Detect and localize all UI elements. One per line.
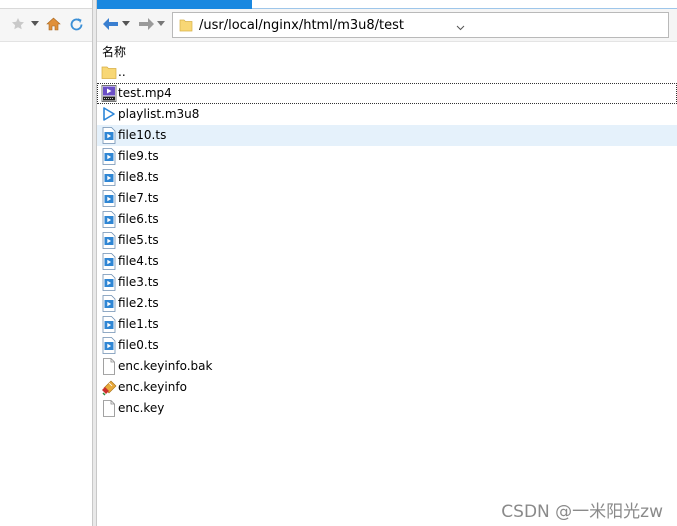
file-name: test.mp4 (118, 86, 172, 100)
file-name: file10.ts (118, 128, 167, 142)
file-row[interactable]: file5.ts (97, 230, 677, 251)
blank-file-icon (101, 358, 117, 375)
file-row[interactable]: enc.key (97, 398, 677, 419)
column-header-name[interactable]: 名称 (97, 41, 677, 61)
ts-file-icon (101, 253, 117, 270)
chevron-down-icon[interactable] (456, 24, 465, 34)
file-row[interactable]: file1.ts (97, 314, 677, 335)
home-icon[interactable] (45, 16, 61, 32)
file-name: file3.ts (118, 275, 159, 289)
file-row[interactable]: file3.ts (97, 272, 677, 293)
file-row[interactable]: file6.ts (97, 209, 677, 230)
folder-icon (179, 18, 193, 35)
column-header-label: 名称 (102, 45, 127, 59)
play-triangle-icon (101, 106, 117, 123)
ts-file-icon (101, 232, 117, 249)
ts-file-icon (101, 316, 117, 333)
file-row[interactable]: enc.keyinfo.bak (97, 356, 677, 377)
dropdown-arrow-icon[interactable] (27, 16, 43, 32)
back-arrow-icon[interactable] (102, 15, 120, 33)
back-dropdown-icon[interactable] (122, 15, 130, 33)
ts-file-icon (101, 295, 117, 312)
ts-file-icon (101, 127, 117, 144)
file-name: enc.keyinfo.bak (118, 359, 213, 373)
file-name: file8.ts (118, 170, 159, 184)
ts-file-icon (101, 337, 117, 354)
file-name: file6.ts (118, 212, 159, 226)
file-row[interactable]: test.mp4 (97, 83, 677, 104)
forward-dropdown-icon[interactable] (157, 15, 165, 33)
file-name: file5.ts (118, 233, 159, 247)
forward-arrow-icon[interactable] (137, 15, 155, 33)
address-path: /usr/local/nginx/html/m3u8/test (199, 18, 404, 33)
active-tab[interactable] (97, 0, 252, 9)
address-input[interactable]: /usr/local/nginx/html/m3u8/test (172, 12, 669, 38)
file-row[interactable]: file0.ts (97, 335, 677, 356)
watermark: CSDN @一米阳光zw (501, 502, 663, 522)
navigation-bar: /usr/local/nginx/html/m3u8/test (97, 9, 677, 42)
ts-file-icon (101, 274, 117, 291)
file-list: .. test.mp4 playlist.m3u8 file10.ts file9.ts… (97, 62, 677, 419)
ts-file-icon (101, 169, 117, 186)
folder-icon (101, 64, 117, 81)
file-row[interactable]: file9.ts (97, 146, 677, 167)
file-name: enc.key (118, 401, 165, 415)
left-toolbar (0, 8, 92, 42)
file-row[interactable]: playlist.m3u8 (97, 104, 677, 125)
file-row[interactable]: file8.ts (97, 167, 677, 188)
file-row[interactable]: file2.ts (97, 293, 677, 314)
star-icon[interactable] (10, 16, 26, 32)
mp4-video-icon (101, 85, 117, 102)
file-row[interactable]: file4.ts (97, 251, 677, 272)
file-row[interactable]: file7.ts (97, 188, 677, 209)
refresh-icon[interactable] (68, 16, 84, 32)
blank-file-icon (101, 400, 117, 417)
ts-file-icon (101, 148, 117, 165)
file-name: file0.ts (118, 338, 159, 352)
file-row[interactable]: file10.ts (97, 125, 677, 146)
right-pane: /usr/local/nginx/html/m3u8/test 名称 .. tes… (97, 0, 677, 526)
left-pane (0, 0, 92, 526)
file-row[interactable]: .. (97, 62, 677, 83)
file-name: file2.ts (118, 296, 159, 310)
file-name: playlist.m3u8 (118, 107, 200, 121)
key-file-icon (101, 379, 117, 396)
file-name: .. (118, 65, 126, 79)
file-name: file4.ts (118, 254, 159, 268)
file-name: enc.keyinfo (118, 380, 187, 394)
file-name: file9.ts (118, 149, 159, 163)
ts-file-icon (101, 211, 117, 228)
file-row[interactable]: enc.keyinfo (97, 377, 677, 398)
file-name: file1.ts (118, 317, 159, 331)
ts-file-icon (101, 190, 117, 207)
file-name: file7.ts (118, 191, 159, 205)
